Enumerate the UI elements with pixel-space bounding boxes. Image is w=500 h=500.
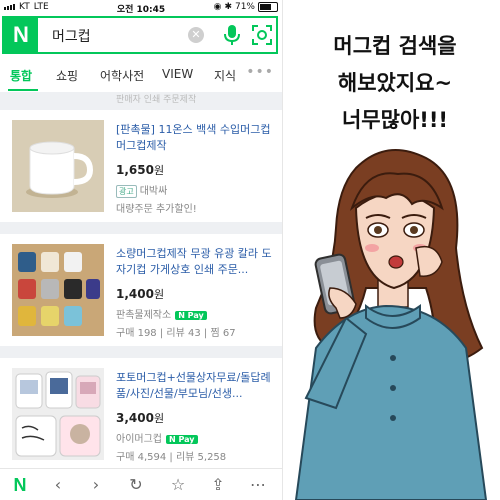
price-value: 1,400: [116, 287, 154, 301]
bottom-toolbar: N ‹ › ↻ ☆ ⇪ ⋯: [0, 468, 282, 500]
refresh-icon[interactable]: ↻: [126, 475, 146, 495]
tab-dictionary[interactable]: 어학사전: [100, 67, 144, 84]
more-tabs-icon[interactable]: •••: [246, 64, 274, 80]
product-image[interactable]: [12, 368, 104, 460]
price-value: 3,400: [116, 411, 154, 425]
seller-row: 아이머그컵 N Pay: [116, 430, 198, 445]
product-title[interactable]: 소량머그컵제작 무광 유광 칼라 도자기컵 가게상호 인쇄 주문...: [116, 246, 274, 278]
product-image[interactable]: [12, 244, 104, 336]
seller-row: 광고 대박싸: [116, 182, 167, 198]
speech-line-1: 머그컵 검색을: [333, 34, 457, 58]
price-value: 1,650: [116, 163, 154, 177]
product-extra: 대량주문 추가할인!: [116, 204, 197, 215]
product-stats: 구매 198 | 리뷰 43 | 찜 67: [116, 328, 236, 339]
zzim-count: 찜 67: [210, 328, 236, 339]
bookmark-icon[interactable]: ☆: [168, 475, 188, 495]
price-currency: 원: [153, 164, 165, 177]
battery-icon: [258, 2, 278, 12]
product-price: 1,650원: [116, 162, 164, 178]
purchase-count: 구매 4,594: [116, 452, 167, 463]
search-bar: N 머그컵 ✕: [2, 16, 278, 54]
naver-logo[interactable]: N: [4, 18, 38, 52]
product-title[interactable]: 포토머그컵+선물상자무료/돌답례품/사진/선물/부모님/선생...: [116, 370, 274, 402]
more-icon[interactable]: ⋯: [248, 475, 268, 495]
woman-illustration: [294, 149, 488, 500]
product-price: 1,400원: [116, 286, 164, 302]
tab-knowledge[interactable]: 지식: [214, 67, 236, 84]
npay-badge: N Pay: [175, 311, 207, 320]
speech-line-2: 해보았지요~: [337, 71, 453, 95]
bluetooth-icon: ✱: [224, 2, 232, 12]
product-stats: 구매 4,594 | 리뷰 5,258: [116, 452, 227, 463]
speech-text: 머그컵 검색을 해보았지요~ 너무많아!!!: [300, 28, 490, 139]
mic-icon[interactable]: [222, 24, 242, 46]
lens-icon[interactable]: [252, 25, 272, 45]
naver-home-icon[interactable]: N: [10, 475, 30, 495]
search-input[interactable]: 머그컵: [52, 26, 91, 46]
back-icon[interactable]: ‹: [48, 475, 68, 495]
clear-icon[interactable]: ✕: [188, 27, 204, 43]
price-currency: 원: [153, 412, 165, 425]
purchase-count: 구매 198: [116, 328, 157, 339]
share-icon[interactable]: ⇪: [208, 475, 228, 495]
active-tab-indicator: [8, 89, 38, 91]
status-bar: KT LTE 오전 10:45 ◉ ✱ 71%: [0, 0, 282, 16]
product-card[interactable]: [판촉물] 11온스 백색 수입머그컵 머그컵제작 1,650원 광고 대박싸 대…: [0, 110, 282, 222]
tab-integrated[interactable]: 통합: [10, 67, 32, 84]
seller-row: 판촉물제작소 N Pay: [116, 306, 207, 321]
location-icon: ◉: [213, 2, 222, 12]
ad-badge: 광고: [116, 185, 137, 198]
product-title[interactable]: [판촉물] 11온스 백색 수입머그컵 머그컵제작: [116, 122, 274, 154]
product-price: 3,400원: [116, 410, 164, 426]
seller-name[interactable]: 아이머그컵: [116, 434, 162, 445]
product-card[interactable]: 포토머그컵+선물상자무료/돌답례품/사진/선물/부모님/선생... 3,400원…: [0, 358, 282, 468]
search-tabs: 통합 쇼핑 어학사전 VIEW 지식 •••: [0, 58, 282, 93]
phone-screen: KT LTE 오전 10:45 ◉ ✱ 71% N 머그컵 ✕ 통합 쇼핑 어학…: [0, 0, 283, 500]
seller-name[interactable]: 판촉물제작소: [116, 310, 171, 321]
tab-view[interactable]: VIEW: [162, 67, 193, 81]
speech-line-3: 너무많아!!!: [341, 108, 448, 132]
battery-percent: 71%: [234, 2, 255, 12]
npay-badge: N Pay: [166, 435, 198, 444]
product-card[interactable]: 소량머그컵제작 무광 유광 칼라 도자기컵 가게상호 인쇄 주문... 1,40…: [0, 234, 282, 346]
review-count: 리뷰 5,258: [175, 452, 227, 463]
seller-name[interactable]: 대박싸: [140, 186, 168, 197]
forward-icon[interactable]: ›: [86, 475, 106, 495]
faded-text: 판매자 인쇄 주문제작: [116, 95, 197, 105]
tab-shopping[interactable]: 쇼핑: [56, 67, 78, 84]
product-image[interactable]: [12, 120, 104, 212]
price-currency: 원: [153, 288, 165, 301]
review-count: 리뷰 43: [166, 328, 201, 339]
result-feed: 판매자 인쇄 주문제작 [판촉물] 11온스 백색 수입머그컵 머그컵제작 1,…: [0, 92, 282, 468]
